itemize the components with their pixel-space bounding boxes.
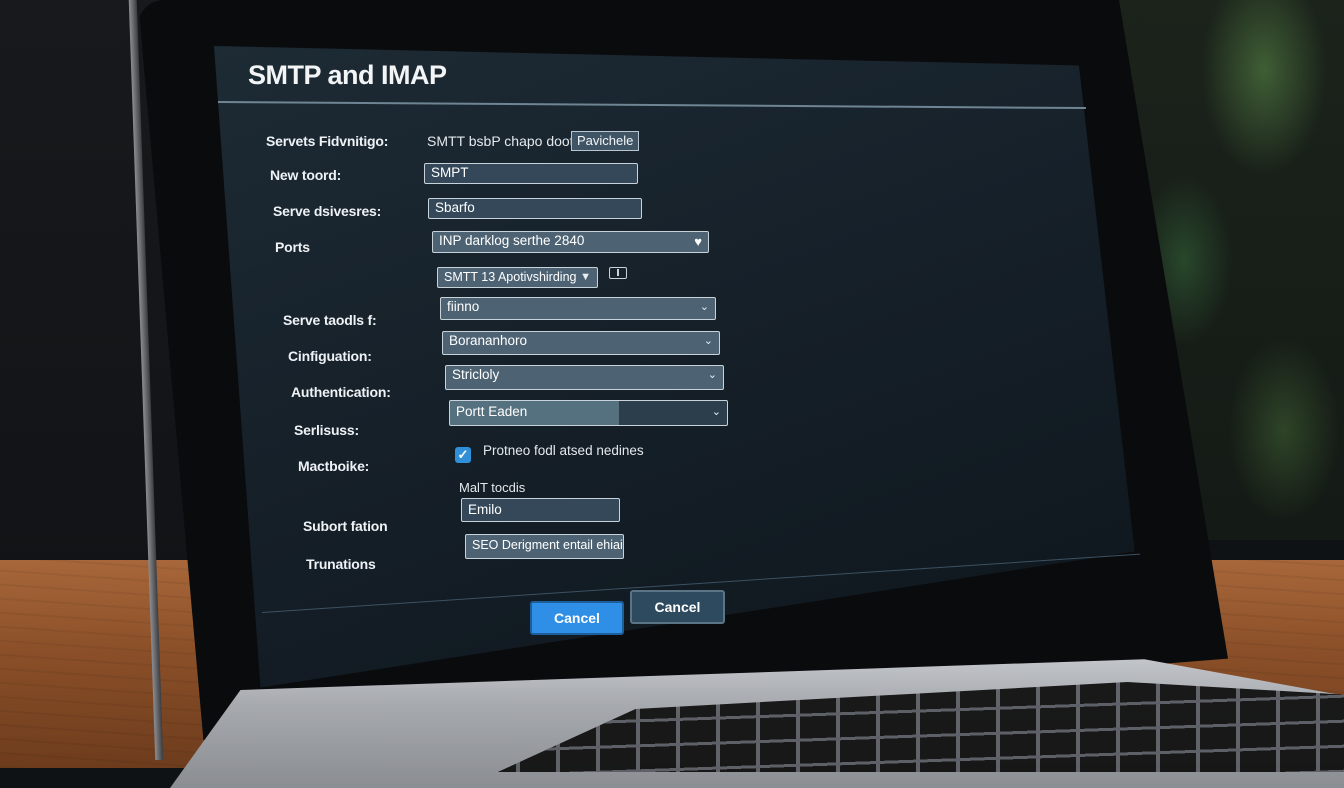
cancel-button-secondary[interactable]: Cancel: [630, 590, 725, 624]
serve-dsivesres-input[interactable]: Sbarfo: [428, 198, 642, 219]
label-trunations: Trunations: [306, 556, 376, 572]
chevron-down-icon: ⌄: [699, 301, 709, 313]
ports-select[interactable]: INP darklog serthe 2840 ♥: [432, 231, 709, 253]
label-servers: Servets Fidvnitigo:: [266, 133, 389, 149]
serve-taodls-select[interactable]: fiinno ⌄: [440, 297, 716, 320]
chevron-down-icon: ⌄: [707, 369, 717, 381]
chevron-down-icon: ⌄: [711, 406, 721, 418]
cinfiguation-value: Borananhoro: [449, 333, 528, 348]
label-cinfiguation: Cinfiguation:: [288, 348, 372, 364]
protneo-checkbox-label: Protneo fodl atsed nedines: [483, 443, 644, 458]
serlisuss-value: Portt Eaden: [456, 404, 528, 419]
ports-value: INP darklog serthe 2840: [439, 233, 585, 248]
authentication-select[interactable]: Stricloly ⌄: [445, 365, 724, 390]
panel-toggle-icon[interactable]: [609, 267, 627, 279]
chevron-down-icon: ⌄: [703, 335, 713, 347]
cancel-button-primary[interactable]: Cancel: [530, 601, 624, 635]
chevron-down-icon: ▼: [580, 271, 591, 283]
servers-chip-button[interactable]: Pavichele: [571, 131, 640, 151]
servers-static-text: SMTT bsbP chapo doote: [427, 133, 582, 149]
new-toord-input[interactable]: SMPT: [424, 163, 638, 184]
label-mactboike: Mactboike:: [298, 458, 370, 474]
serlisuss-select[interactable]: Portt Eaden ⌄: [449, 400, 728, 426]
label-new-toord: New toord:: [270, 167, 342, 183]
label-ports: Ports: [275, 239, 310, 255]
label-authentication: Authentication:: [291, 384, 391, 400]
protneo-checkbox[interactable]: ✓: [455, 447, 471, 463]
authentication-value: Stricloly: [452, 367, 500, 382]
malt-tocdis-label: MalT tocdis: [459, 480, 526, 495]
new-toord-value: SMPT: [431, 165, 469, 180]
subort-fation-input[interactable]: Emilo: [461, 498, 620, 522]
label-serve-dsivesres: Serve dsivesres:: [273, 203, 382, 219]
label-serve-taodls: Serve taodls f:: [283, 312, 377, 328]
cinfiguation-select[interactable]: Borananhoro ⌄: [442, 331, 720, 355]
heart-icon[interactable]: ♥: [694, 233, 702, 251]
label-subort-fation: Subort fation: [303, 518, 388, 534]
smtt-select[interactable]: SMTT 13 Apotivshirding ▼: [437, 267, 598, 288]
dialog-title: SMTP and IMAP: [248, 60, 447, 90]
label-serlisuss: Serlisuss:: [294, 422, 359, 438]
serve-dsivesres-value: Sbarfo: [435, 200, 475, 215]
smtt-value: SMTT 13 Apotivshirding: [444, 270, 577, 284]
serve-taodls-value: fiinno: [447, 299, 480, 314]
trunations-select[interactable]: SEO Derigment entail ehiaion: [465, 534, 624, 559]
subort-fation-value: Emilo: [468, 502, 502, 517]
trunations-value: SEO Derigment entail ehiaion: [472, 538, 624, 552]
